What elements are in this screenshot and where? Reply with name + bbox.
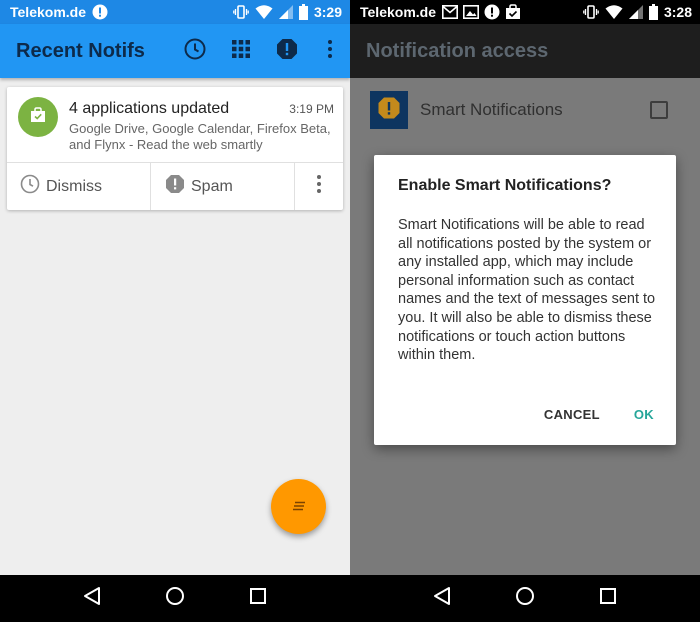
recents-button[interactable] (593, 584, 623, 614)
more-vert-icon (316, 174, 322, 199)
notification-content[interactable]: 4 applications updated 3:19 PM Google Dr… (7, 87, 343, 162)
recents-button[interactable] (243, 584, 273, 614)
back-button[interactable] (77, 584, 107, 614)
signal-icon (278, 4, 293, 20)
carrier-name: Telekom.de (360, 4, 436, 20)
apps-grid-button[interactable] (218, 24, 264, 78)
gmail-icon (442, 5, 458, 19)
app-update-avatar (18, 97, 58, 137)
spam-filter-button[interactable] (264, 24, 310, 78)
app-bar: Notification access (350, 24, 700, 78)
vibrate-icon (583, 4, 599, 20)
overflow-menu-button[interactable] (310, 24, 350, 78)
vibrate-icon (233, 4, 249, 20)
notification-actions: Dismiss Spam (7, 162, 343, 210)
card-more-button[interactable] (295, 163, 343, 210)
wifi-icon (605, 4, 623, 20)
notification-time: 3:19 PM (289, 102, 334, 116)
dialog-actions: CANCEL OK (530, 398, 668, 430)
status-bar: Telekom.de 3:29 (0, 0, 350, 24)
dialog-message: Smart Notifications will be able to read… (398, 217, 656, 364)
dialog-title: Enable Smart Notifications? (398, 177, 612, 194)
ok-button[interactable]: OK (620, 407, 668, 422)
notification-access-screen: Telekom.de 3:28 Notification access Smar… (350, 0, 700, 622)
store-update-icon (29, 106, 47, 128)
battery-icon (298, 4, 308, 20)
clock-time: 3:28 (663, 4, 692, 20)
notification-card[interactable]: 4 applications updated 3:19 PM Google Dr… (7, 87, 343, 210)
clear-all-icon (292, 498, 306, 516)
clock-time: 3:29 (313, 4, 342, 20)
home-icon (165, 586, 185, 611)
home-button[interactable] (510, 584, 540, 614)
recents-icon (599, 587, 617, 610)
back-icon (83, 586, 101, 611)
notification-title: 4 applications updated (69, 100, 230, 117)
notification-body: Google Drive, Google Calendar, Firefox B… (69, 121, 331, 152)
spam-icon (165, 174, 185, 199)
spam-label: Spam (191, 177, 233, 195)
history-button[interactable] (172, 24, 218, 78)
alert-icon (484, 4, 500, 20)
home-button[interactable] (160, 584, 190, 614)
smart-notifications-icon (377, 96, 401, 125)
clock-icon (20, 174, 40, 199)
access-checkbox[interactable] (650, 101, 668, 119)
grid-apps-icon (231, 39, 251, 64)
dismiss-button[interactable]: Dismiss (7, 163, 151, 210)
app-title: Recent Notifs (16, 39, 145, 62)
dismiss-all-fab[interactable] (271, 479, 326, 534)
cancel-button[interactable]: CANCEL (530, 407, 614, 422)
permission-dialog: Enable Smart Notifications? Smart Notifi… (374, 155, 676, 445)
status-bar: Telekom.de 3:28 (350, 0, 700, 24)
overflow-menu-icon (327, 39, 333, 64)
recent-notifs-screen: Telekom.de 3:29 Recent Notifs 4 applicat… (0, 0, 350, 622)
back-icon (433, 586, 451, 611)
navigation-bar (0, 575, 350, 622)
dismiss-label: Dismiss (46, 177, 102, 195)
spam-button[interactable]: Spam (151, 163, 295, 210)
history-clock-icon (183, 37, 207, 66)
app-bar: Recent Notifs (0, 24, 350, 78)
smart-notifications-setting[interactable]: Smart Notifications (350, 78, 700, 142)
back-button[interactable] (427, 584, 457, 614)
app-icon (370, 91, 408, 129)
navigation-bar (350, 575, 700, 622)
signal-icon (628, 4, 643, 20)
battery-icon (648, 4, 658, 20)
alert-icon (92, 4, 108, 20)
home-icon (515, 586, 535, 611)
setting-label: Smart Notifications (420, 100, 563, 119)
page-title: Notification access (366, 39, 549, 62)
wifi-icon (255, 4, 273, 20)
recents-icon (249, 587, 267, 610)
carrier-name: Telekom.de (10, 4, 86, 20)
calendar-check-icon (505, 4, 521, 20)
spam-alert-icon (276, 38, 298, 65)
image-icon (463, 5, 479, 19)
